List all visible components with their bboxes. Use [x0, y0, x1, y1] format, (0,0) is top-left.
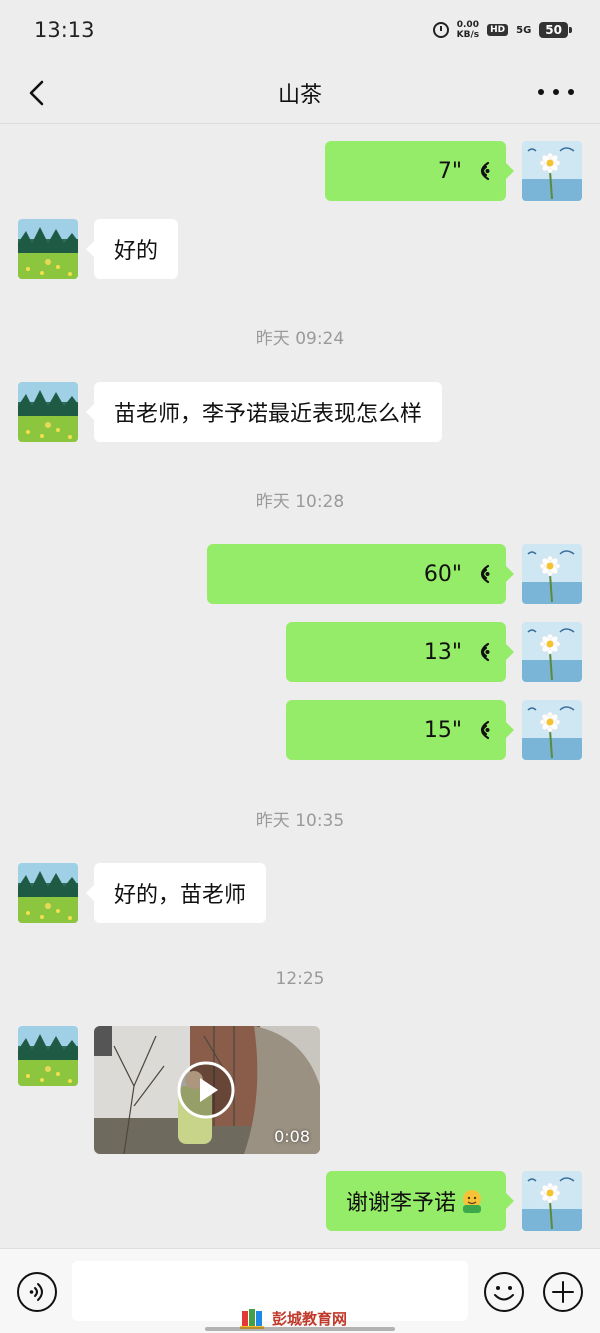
message-text: 好的，苗老师	[114, 883, 247, 908]
avatar-contact[interactable]	[18, 219, 78, 279]
text-message[interactable]: 苗老师，李予诺最近表现怎么样	[85, 382, 443, 442]
thumbs-up-emoji-icon	[463, 1190, 481, 1213]
timestamp: 12:25	[275, 969, 325, 989]
voice-message[interactable]: 60"	[207, 544, 514, 604]
avatar-self[interactable]	[522, 141, 582, 201]
message-text: 好的	[114, 239, 159, 264]
avatar-contact[interactable]	[18, 863, 78, 923]
plus-icon[interactable]	[542, 1271, 584, 1313]
status-bar: 13:13 0.00 KB/s HD 5G 50	[0, 0, 600, 62]
voice-message[interactable]: 15"	[286, 700, 514, 760]
message-text: 谢谢李予诺	[345, 1191, 456, 1216]
alarm-icon	[432, 22, 449, 38]
message-text: 苗老师，李予诺最近表现怎么样	[114, 402, 423, 427]
avatar-contact[interactable]	[18, 1026, 78, 1086]
timestamp: 昨天 09:24	[255, 329, 345, 349]
voice-waves-icon	[472, 641, 492, 663]
timestamp: 昨天 10:28	[255, 492, 345, 512]
text-message[interactable]: 好的	[85, 219, 179, 279]
smiley-icon[interactable]	[483, 1271, 525, 1313]
status-icons: 0.00 KB/s HD 5G 50	[432, 20, 572, 40]
video-message[interactable]: 0:08	[94, 1026, 320, 1154]
signal-icon: 5G	[516, 24, 532, 36]
voice-waves-icon	[472, 160, 492, 182]
hd-icon: HD	[487, 24, 509, 36]
voice-message[interactable]: 13"	[286, 622, 514, 682]
play-icon[interactable]	[176, 1060, 236, 1120]
battery-icon: 50	[539, 22, 572, 38]
home-indicator	[205, 1327, 395, 1331]
net-speed-unit: KB/s	[456, 30, 480, 40]
timestamp: 昨天 10:35	[255, 811, 345, 831]
chat-title: 山茶	[277, 83, 322, 108]
watermark-text: 彭城教育网	[272, 1309, 348, 1328]
more-dots-icon[interactable]	[538, 80, 574, 104]
avatar-self[interactable]	[522, 622, 582, 682]
status-time: 13:13	[34, 18, 95, 42]
avatar-contact[interactable]	[18, 382, 78, 442]
voice-waves-icon	[472, 719, 492, 741]
voice-duration: 7"	[437, 158, 462, 184]
message-list[interactable]: 7" 好的 昨天 09:24 苗老师，李予诺最近表现怎么样 昨天 10:28 6…	[0, 124, 600, 1248]
watermark: 彭城教育网	[240, 1307, 347, 1329]
voice-duration: 60"	[423, 561, 462, 587]
text-message[interactable]: 好的，苗老师	[85, 863, 267, 923]
watermark-logo-icon	[240, 1309, 264, 1329]
video-duration: 0:08	[274, 1127, 310, 1146]
net-speed-value: 0.00	[456, 20, 479, 30]
input-bar: 彭城教育网	[0, 1248, 600, 1333]
avatar-self[interactable]	[522, 544, 582, 604]
voice-input-icon[interactable]	[16, 1271, 58, 1313]
avatar-self[interactable]	[522, 700, 582, 760]
voice-message[interactable]: 7"	[325, 141, 514, 201]
avatar-self[interactable]	[522, 1171, 582, 1231]
network-speed: 0.00 KB/s	[457, 20, 479, 40]
chat-header: 山茶	[0, 62, 600, 124]
voice-duration: 13"	[423, 639, 462, 665]
text-message[interactable]: 谢谢李予诺	[325, 1171, 515, 1231]
voice-duration: 15"	[423, 717, 462, 743]
voice-waves-icon	[472, 563, 492, 585]
